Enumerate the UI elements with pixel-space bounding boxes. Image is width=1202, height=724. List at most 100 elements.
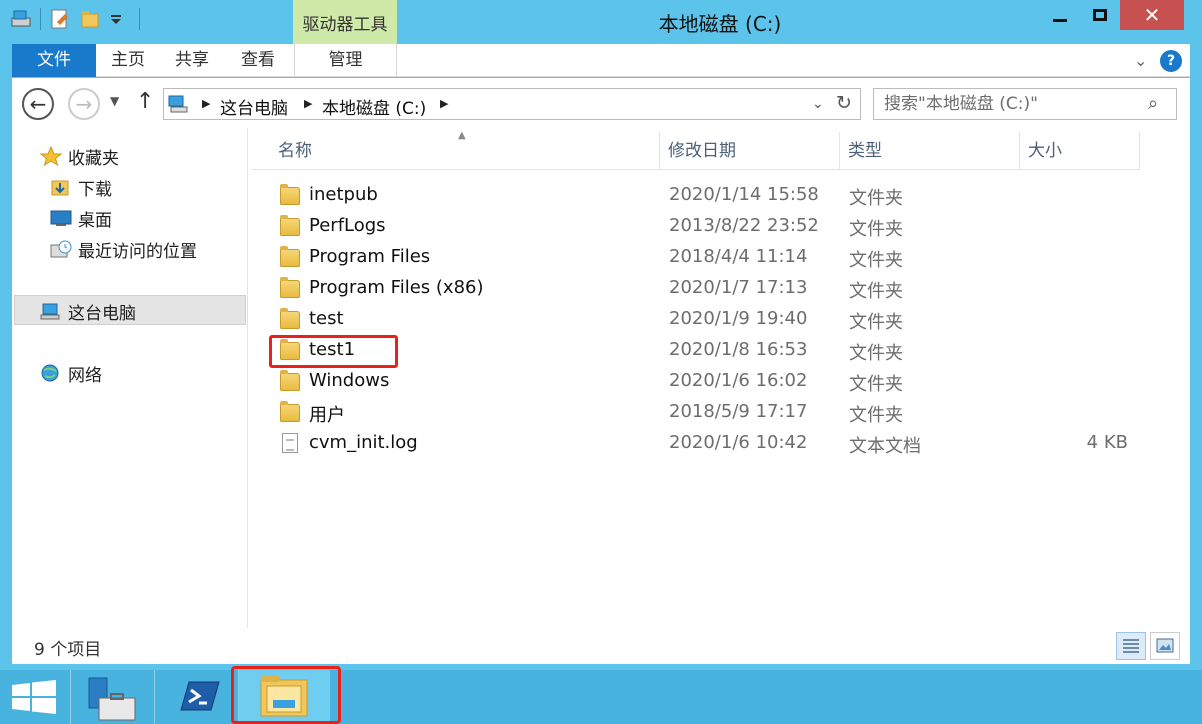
search-icon[interactable]: ⌕ xyxy=(1148,93,1158,114)
address-history-dropdown-icon[interactable]: ⌄ xyxy=(812,96,824,112)
nav-downloads-label: 下载 xyxy=(78,179,112,200)
drive-tools-header: 驱动器工具 xyxy=(293,0,397,44)
folder-icon xyxy=(280,246,300,267)
file-type: 文件夹 xyxy=(849,219,903,240)
breadcrumb-local-disk[interactable]: 本地磁盘 (C:) xyxy=(322,94,426,119)
tab-share[interactable]: 共享 xyxy=(164,44,220,77)
file-row[interactable]: Program Files 2018/4/4 11:14 文件夹 xyxy=(270,243,1140,274)
large-icons-view-icon xyxy=(1156,638,1174,653)
tab-file[interactable]: 文件 xyxy=(12,44,96,77)
file-row[interactable]: test1 2020/1/8 16:53 文件夹 xyxy=(270,336,1140,367)
file-type: 文件夹 xyxy=(849,405,903,426)
file-row[interactable]: PerfLogs 2013/8/22 23:52 文件夹 xyxy=(270,212,1140,243)
test1-highlight-annotation xyxy=(269,335,398,368)
customize-qat-icon[interactable] xyxy=(109,8,131,30)
file-size: 4 KB xyxy=(1086,432,1128,453)
server-manager-icon xyxy=(88,677,136,721)
file-date: 2013/8/22 23:52 xyxy=(669,215,819,236)
column-type[interactable]: 类型 xyxy=(840,132,1020,170)
text-file-icon xyxy=(282,433,298,453)
file-type: 文本文档 xyxy=(849,436,921,457)
file-row[interactable]: 用户 2018/5/9 17:17 文件夹 xyxy=(270,398,1140,429)
file-row[interactable]: inetpub 2020/1/14 15:58 文件夹 xyxy=(270,181,1140,212)
close-button[interactable]: ✕ xyxy=(1120,0,1184,30)
file-name: Windows xyxy=(309,370,390,391)
file-row[interactable]: Program Files (x86) 2020/1/7 17:13 文件夹 xyxy=(270,274,1140,305)
nav-favorites[interactable]: 收藏夹 xyxy=(39,142,119,170)
close-icon: ✕ xyxy=(1143,3,1161,27)
file-date: 2020/1/9 19:40 xyxy=(669,308,808,329)
search-input[interactable] xyxy=(884,93,1134,115)
column-date-modified[interactable]: 修改日期 xyxy=(660,132,840,170)
recent-locations-icon[interactable]: ▼ xyxy=(110,94,119,108)
breadcrumb-arrow-icon[interactable]: ▶ xyxy=(304,97,312,110)
large-icons-view-button[interactable] xyxy=(1150,632,1180,660)
file-name: PerfLogs xyxy=(309,215,386,236)
tab-view[interactable]: 查看 xyxy=(230,44,286,77)
file-type: 文件夹 xyxy=(849,250,903,271)
column-name[interactable]: 名称 xyxy=(270,132,660,170)
file-name: cvm_init.log xyxy=(309,432,418,453)
file-date: 2020/1/14 15:58 xyxy=(669,184,819,205)
window-title: 本地磁盘 (C:) xyxy=(658,12,782,36)
powershell-taskbar-button[interactable] xyxy=(154,670,238,724)
file-date: 2020/1/6 16:02 xyxy=(669,370,808,391)
back-arrow-icon: ← xyxy=(29,92,47,116)
folder-icon xyxy=(280,401,300,422)
back-button[interactable]: ← xyxy=(22,88,54,120)
nav-network-label: 网络 xyxy=(68,365,102,386)
nav-downloads[interactable]: 下载 xyxy=(50,173,112,201)
maximize-button[interactable] xyxy=(1080,0,1120,30)
vertical-scrollbar[interactable] xyxy=(1188,128,1200,648)
details-view-button[interactable] xyxy=(1116,632,1146,660)
file-row[interactable]: cvm_init.log 2020/1/6 10:42 文本文档 4 KB xyxy=(270,429,1140,460)
folder-icon xyxy=(280,370,300,391)
file-date: 2020/1/6 10:42 xyxy=(669,432,808,453)
properties-icon[interactable] xyxy=(49,8,71,30)
column-size[interactable]: 大小 xyxy=(1020,132,1140,170)
file-type: 文件夹 xyxy=(849,188,903,209)
tab-manage[interactable]: 管理 xyxy=(294,44,397,77)
nav-network[interactable]: 网络 xyxy=(40,359,102,387)
refresh-icon[interactable]: ↻ xyxy=(836,92,852,114)
forward-button[interactable]: → xyxy=(68,88,100,120)
breadcrumb-arrow-icon[interactable]: ▶ xyxy=(440,97,448,110)
up-button[interactable]: ↑ xyxy=(136,89,154,114)
file-type: 文件夹 xyxy=(849,281,903,302)
status-item-count: 9 个项目 xyxy=(34,640,102,660)
server-manager-taskbar-button[interactable] xyxy=(70,670,152,724)
nav-recent-label: 最近访问的位置 xyxy=(78,241,197,262)
windows-logo-icon xyxy=(12,680,56,714)
file-type: 文件夹 xyxy=(849,343,903,364)
drive-properties-icon[interactable] xyxy=(10,8,32,30)
quick-access-toolbar xyxy=(10,8,140,30)
nav-desktop[interactable]: 桌面 xyxy=(50,204,112,232)
maximize-icon xyxy=(1093,9,1107,21)
tab-home[interactable]: 主页 xyxy=(100,44,156,77)
ribbon-tabs: 文件 主页 共享 查看 管理 ⌄ ? xyxy=(12,44,1190,77)
file-date: 2020/1/7 17:13 xyxy=(669,277,808,298)
folder-icon xyxy=(280,308,300,329)
file-name: Program Files (x86) xyxy=(309,277,484,298)
nav-this-pc[interactable]: 这台电脑 xyxy=(40,297,136,325)
file-row[interactable]: Windows 2020/1/6 16:02 文件夹 xyxy=(270,367,1140,398)
file-row[interactable]: test 2020/1/9 19:40 文件夹 xyxy=(270,305,1140,336)
breadcrumb-arrow-icon[interactable]: ▶ xyxy=(202,97,210,110)
minimize-button[interactable] xyxy=(1040,0,1080,30)
start-button[interactable] xyxy=(0,670,68,724)
column-header-row: ▲ 名称 修改日期 类型 大小 xyxy=(252,130,1140,170)
file-date: 2020/1/8 16:53 xyxy=(669,339,808,360)
qat-separator xyxy=(139,8,140,30)
search-box[interactable]: ⌕ xyxy=(873,88,1177,120)
expand-ribbon-icon[interactable]: ⌄ xyxy=(1134,51,1147,70)
details-view-icon xyxy=(1123,639,1139,653)
new-folder-icon[interactable] xyxy=(79,8,101,30)
breadcrumb-this-pc[interactable]: 这台电脑 xyxy=(220,94,288,119)
star-icon xyxy=(39,145,63,167)
help-icon[interactable]: ? xyxy=(1160,50,1182,72)
nav-recent-places[interactable]: 最近访问的位置 xyxy=(50,235,197,263)
address-bar[interactable]: ▶ 这台电脑 ▶ 本地磁盘 (C:) ▶ ⌄ ↻ xyxy=(163,88,861,120)
file-date: 2018/4/4 11:14 xyxy=(669,246,808,267)
file-name: Program Files xyxy=(309,246,431,267)
qat-separator xyxy=(40,8,41,30)
